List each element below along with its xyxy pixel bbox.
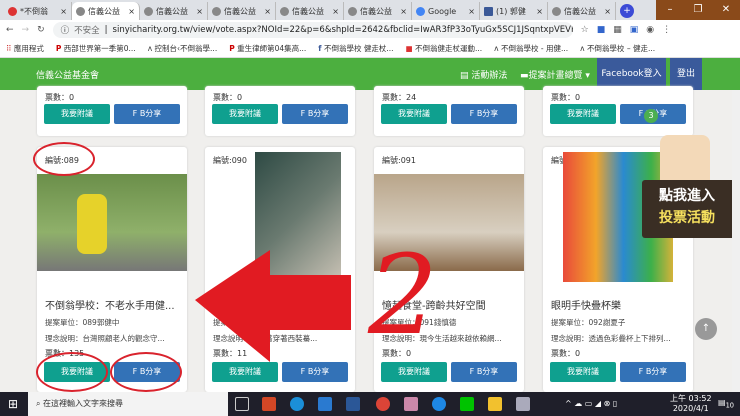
chrome-icon[interactable]	[376, 397, 390, 411]
mail-icon[interactable]	[318, 397, 332, 411]
bookmark-item[interactable]: f 不倒翁學校 健走杖...	[318, 43, 393, 54]
bookmark-item[interactable]: ■ 不倒翁健走杖運動...	[406, 43, 483, 54]
content-area: 票數：0 我要附議 F B分享 票數：0 我要附議 F B分享 票數：24 我要附議 F B…	[0, 86, 732, 392]
bookmark-item[interactable]: ᴧ 不倒翁學校 - 用健...	[494, 43, 568, 54]
info-icon: ⓘ	[60, 26, 70, 36]
site-brand[interactable]: 信義公益基金會	[36, 68, 99, 81]
project-card: 票數：0我要附議F B分享	[37, 86, 187, 136]
app-icon[interactable]	[516, 397, 530, 411]
plans-dropdown[interactable]: ▬提案計畫總覽 ▾	[520, 68, 590, 81]
favicon-icon	[552, 6, 561, 16]
step-number-annotation: 2	[368, 231, 438, 359]
browser-tab[interactable]: 信義公益 ×	[208, 2, 276, 20]
file-explorer-icon[interactable]	[488, 397, 502, 411]
star-icon[interactable]: ☆	[581, 25, 589, 35]
taskbar: ⊞ ⌕ 在這裡輸入文字來搜尋 ^ ☁ ▭ ◢ ⊗ ▯ 上午 03:52 2020/…	[0, 392, 740, 416]
edge-icon[interactable]	[290, 397, 304, 411]
red-arrow-annotation	[195, 250, 351, 362]
maximize-button[interactable]: ❐	[684, 0, 712, 20]
fb-share-button[interactable]: F B分享	[451, 104, 517, 124]
favicon-icon	[144, 6, 153, 16]
profile-avatar[interactable]: ◉	[646, 25, 654, 35]
powerpoint-icon[interactable]	[262, 397, 276, 411]
windows-start-icon[interactable]: ⊞	[8, 397, 18, 411]
google-icon	[416, 6, 425, 16]
project-card: 票數：24 我要附議 F B分享	[374, 86, 524, 136]
extension-icon[interactable]: ■	[597, 25, 606, 35]
notification-icon[interactable]: ▤10	[718, 398, 734, 410]
line-icon[interactable]	[460, 397, 474, 411]
browser-tab[interactable]: (1) 郭健 ×	[480, 2, 548, 20]
comment-button[interactable]: 我要附議	[550, 362, 616, 382]
annotation-circle	[110, 352, 182, 392]
extension-icon[interactable]: ▦	[613, 25, 622, 35]
favicon-icon	[348, 6, 357, 16]
forward-icon[interactable]: →	[22, 25, 30, 35]
scrollbar[interactable]	[732, 90, 740, 392]
favicon-icon	[212, 6, 221, 16]
taskbar-search[interactable]: ⌕ 在這裡輸入文字來搜尋	[28, 392, 228, 416]
browser-tab[interactable]: Google ×	[412, 2, 480, 20]
bookmark-item[interactable]: ᴧ 控制台‹不倒翁學...	[148, 43, 217, 54]
fb-share-button[interactable]: F B分享	[451, 362, 517, 382]
fb-share-button[interactable]: F B分享	[620, 362, 686, 382]
address-bar: ← → ↻ ⓘ 不安全 | sinyicharity.org.tw/view/vote.a…	[0, 20, 740, 40]
reload-icon[interactable]: ↻	[37, 25, 45, 35]
extension-icon[interactable]: ▣	[630, 25, 639, 35]
url-input[interactable]: ⓘ 不安全 | sinyicharity.org.tw/view/vote.aspx?…	[52, 22, 573, 38]
comment-button[interactable]: 我要附議	[550, 104, 616, 124]
scroll-to-top-button[interactable]: ↑	[695, 318, 717, 340]
ballot-hand-icon	[660, 135, 710, 180]
vote-banner-button[interactable]: 點我進入 投票活動	[642, 180, 732, 238]
comment-button[interactable]: 我要附議	[212, 104, 278, 124]
paint-icon[interactable]	[404, 397, 418, 411]
browser-tab[interactable]: 信義公益 ×	[276, 2, 344, 20]
browser-tab[interactable]: 信義公益 ×	[548, 2, 616, 20]
system-tray-icons[interactable]: ^ ☁ ▭ ◢ ⊗ ▯	[565, 399, 617, 408]
bookmark-item[interactable]: P 重生律師第04集高...	[229, 43, 306, 54]
annotation-circle	[33, 142, 95, 176]
browser-tab[interactable]: 信義公益 ×	[140, 2, 208, 20]
menu-icon[interactable]: ⋮	[662, 25, 671, 35]
back-icon[interactable]: ←	[6, 25, 14, 35]
apps-icon: ⠿	[6, 44, 12, 53]
word-icon[interactable]	[346, 397, 360, 411]
bookmark-item[interactable]: ᴧ 不倒翁學校 – 健走...	[580, 43, 655, 54]
browser-tab[interactable]: 信義公益 ×	[344, 2, 412, 20]
clock[interactable]: 上午 03:52 2020/4/1	[670, 394, 712, 414]
favicon-icon	[8, 6, 17, 16]
facebook-icon	[484, 6, 493, 16]
bookmarks-bar: ⠿ 應用程式 P 西部世界第一季第0... ᴧ 控制台‹不倒翁學... P 重生…	[0, 40, 740, 58]
comment-button[interactable]: 我要附議	[44, 104, 110, 124]
new-tab-button[interactable]: +	[620, 4, 634, 18]
task-view-icon[interactable]	[235, 397, 249, 411]
browser-tab[interactable]: *不倒翁 ×	[4, 2, 72, 20]
comment-button[interactable]: 我要附議	[381, 362, 447, 382]
favicon-icon	[76, 6, 85, 16]
project-card: 票數：0我要附議F B分享	[205, 86, 355, 136]
tab-bar: *不倒翁 × 信義公益 × 信義公益 × 信義公益 × 信義公益 × 信義公益 × Goog…	[0, 0, 740, 20]
comment-button[interactable]: 我要附議	[381, 104, 447, 124]
annotation-circle	[36, 352, 108, 392]
minimize-button[interactable]: –	[656, 0, 684, 20]
close-button[interactable]: ✕	[712, 0, 740, 20]
fb-share-button[interactable]: F B分享	[282, 104, 348, 124]
favicon-icon	[280, 6, 289, 16]
project-image[interactable]	[37, 174, 187, 271]
window-controls: – ❐ ✕	[656, 0, 740, 20]
browser-tab-active[interactable]: 信義公益 ×	[72, 2, 140, 20]
bookmark-item[interactable]: ⠿ 應用程式	[6, 43, 44, 54]
fb-share-button[interactable]: F B分享	[114, 104, 180, 124]
step-badge: 3	[644, 109, 658, 123]
project-card: 票數：0我要附議F B分享	[543, 86, 693, 136]
bookmark-item[interactable]: P 西部世界第一季第0...	[56, 43, 136, 54]
rules-link[interactable]: ▤ 活動辦法	[460, 68, 507, 81]
ie-icon[interactable]	[432, 397, 446, 411]
